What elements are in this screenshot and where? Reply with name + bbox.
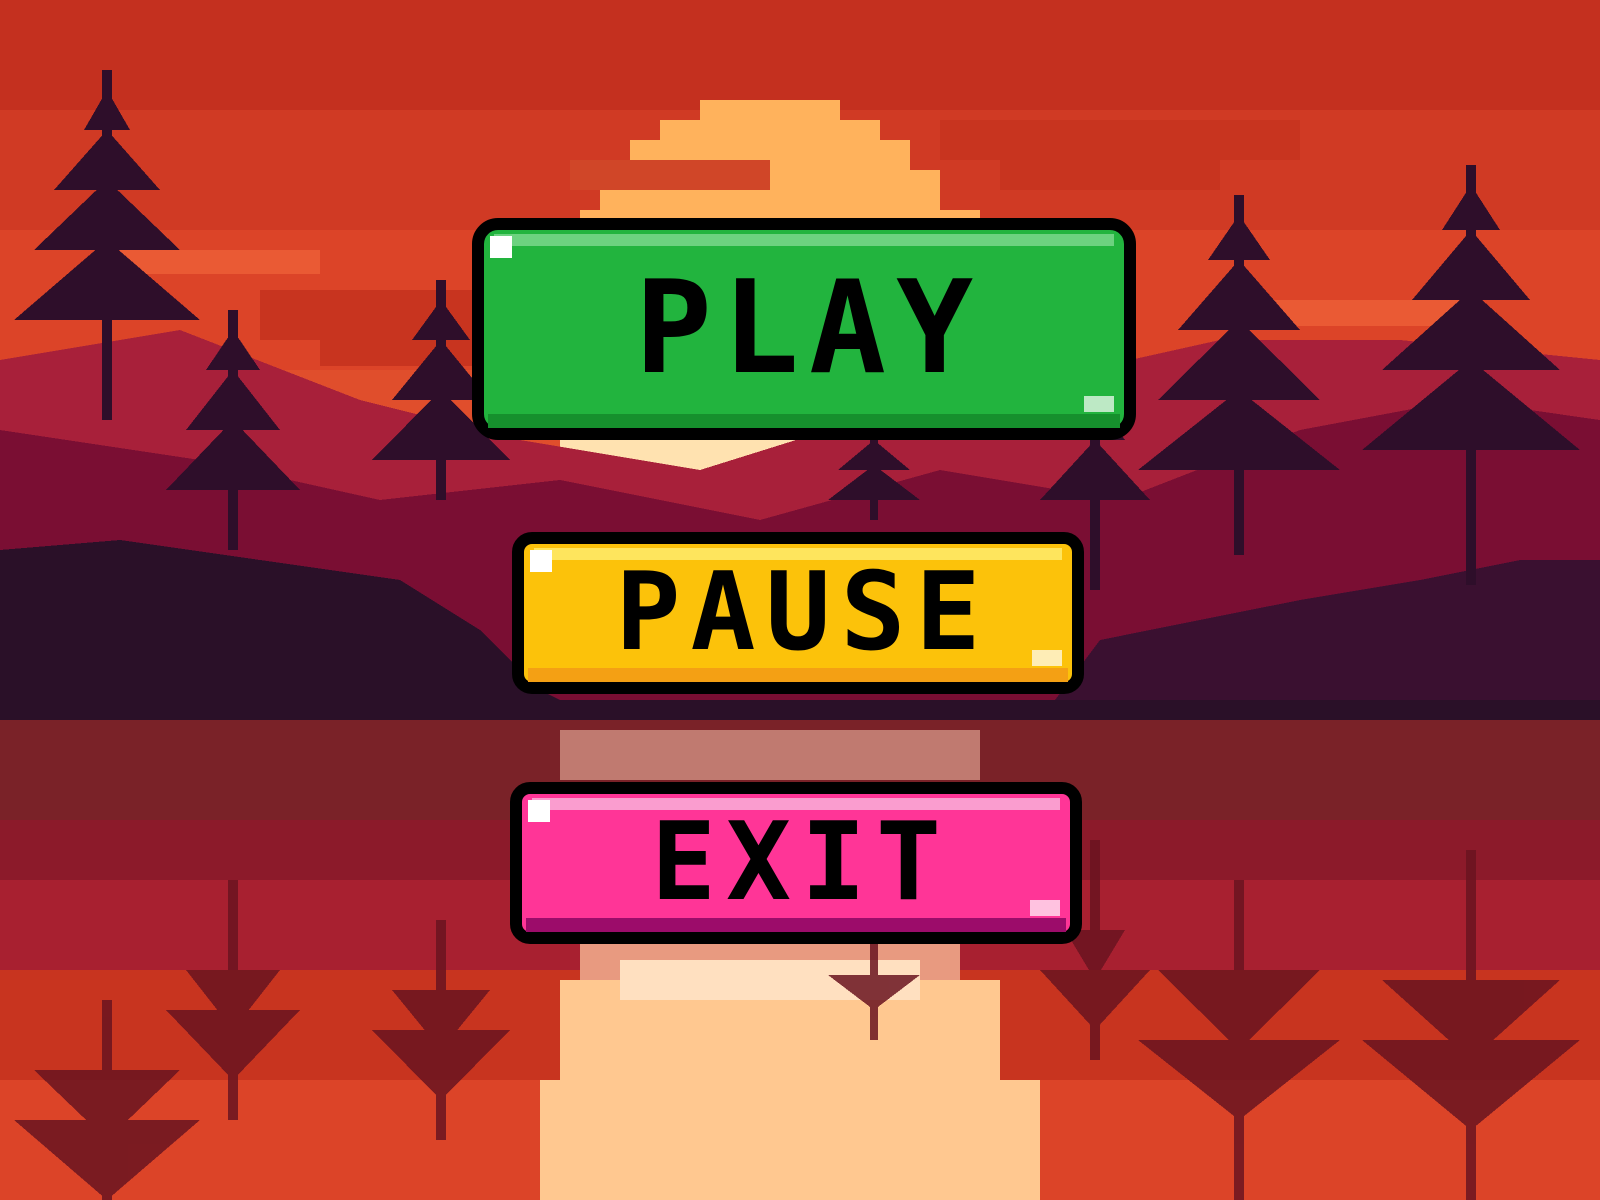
button-shine: [1084, 396, 1114, 412]
button-shine: [1030, 900, 1060, 916]
button-shine: [530, 550, 552, 572]
button-shine: [1032, 650, 1062, 666]
button-shine: [490, 236, 512, 258]
play-button-label: PLAY: [634, 254, 984, 403]
exit-button[interactable]: EXIT: [510, 782, 1082, 944]
pause-button-label: PAUSE: [615, 550, 991, 675]
play-button[interactable]: PLAY: [472, 218, 1136, 440]
button-shine: [528, 800, 550, 822]
exit-button-label: EXIT: [650, 800, 952, 925]
main-menu-screen: PLAY PAUSE EXIT: [0, 0, 1600, 1200]
pause-button[interactable]: PAUSE: [512, 532, 1084, 694]
